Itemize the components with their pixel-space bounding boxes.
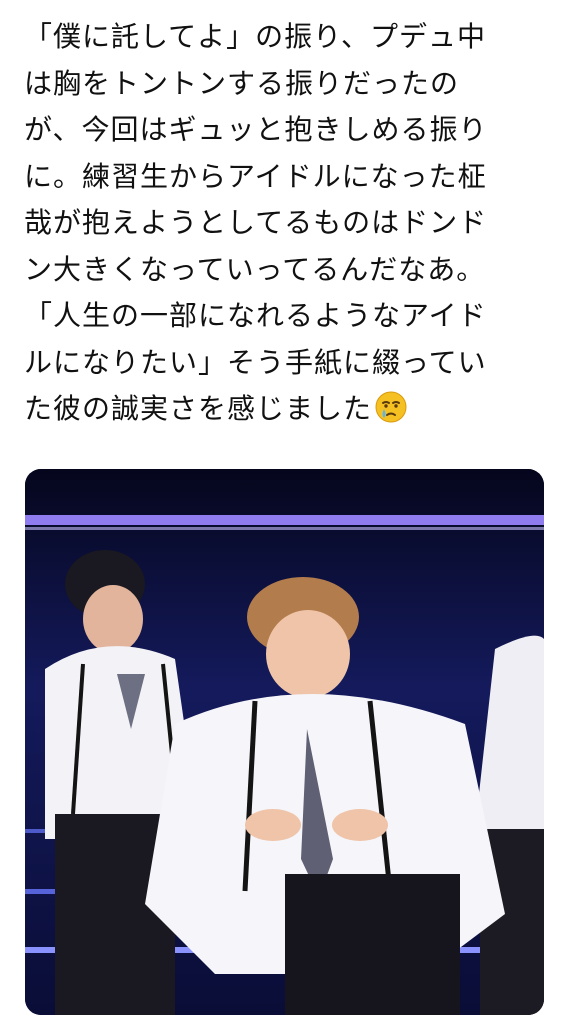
crying-face-icon	[375, 391, 407, 423]
post-text-line: ン大きくなっていってるんだなあ。	[24, 252, 486, 286]
post-text-line: が、今回はギュッと抱きしめる振り	[24, 113, 488, 146]
post-text-line: は胸をトントンする振りだったの	[24, 66, 460, 100]
performance-photo[interactable]	[25, 469, 544, 1015]
post-text-line: 哉が抱えようとしてるものはドンド	[24, 206, 488, 239]
post-text-line: 「人生の一部になれるようなアイド	[24, 299, 487, 332]
post-text-last-line: た彼の誠実さを感じました	[24, 386, 554, 433]
post-text-line: た彼の誠実さを感じました	[24, 392, 373, 425]
post-text: 「僕に託してよ」の振り、プデュ中 は胸をトントンする振りだったの が、今回はギュ…	[24, 14, 554, 433]
post-text-line: 「僕に託してよ」の振り、プデュ中	[24, 20, 487, 53]
post-text-line: ルになりたい」そう手紙に綴ってい	[24, 345, 487, 379]
performance-photo-icon	[25, 469, 544, 1015]
post-text-line: に。練習生からアイドルになった柾	[24, 159, 487, 193]
